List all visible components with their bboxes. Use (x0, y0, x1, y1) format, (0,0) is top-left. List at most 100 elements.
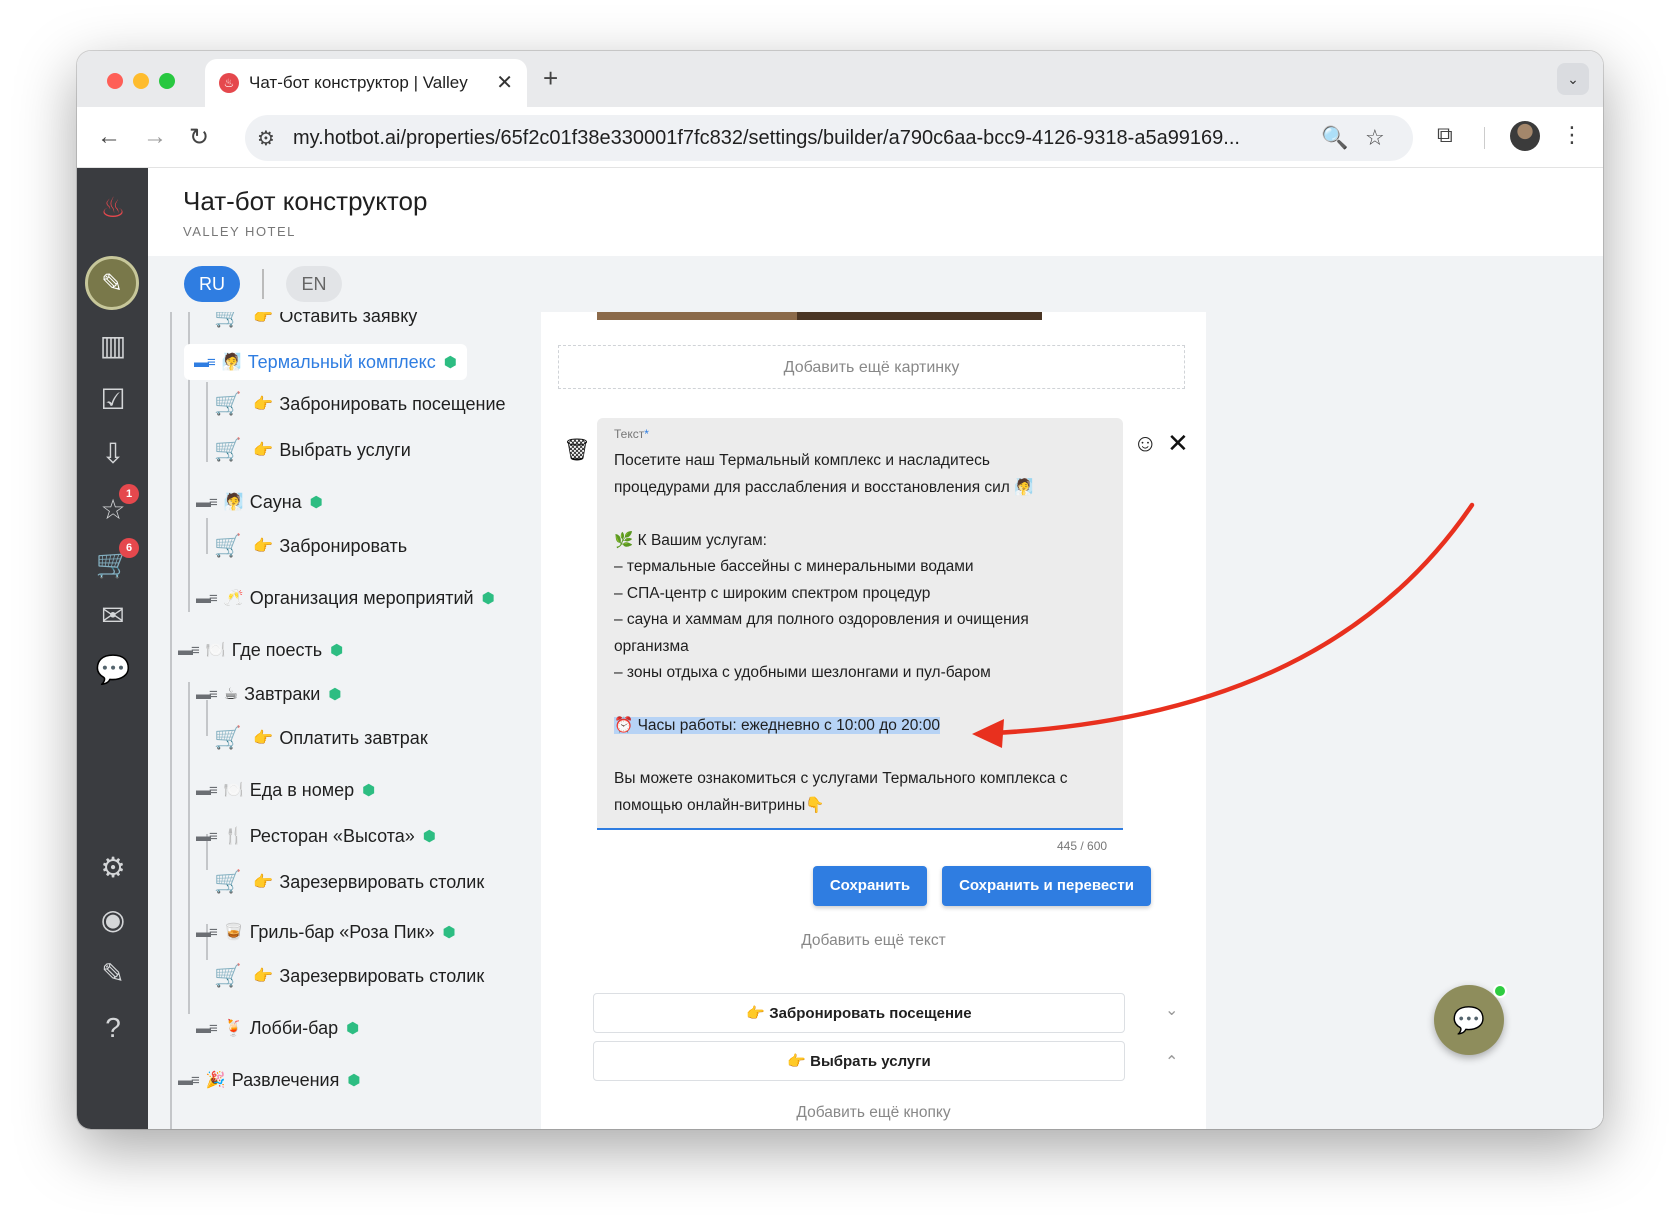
save-and-translate-button[interactable]: Сохранить и перевести (942, 866, 1151, 906)
lang-ru-button[interactable]: RU (184, 266, 240, 302)
message-block-icon: ▬≡ (196, 685, 218, 703)
chat-widget-button[interactable]: 💬 (1434, 985, 1504, 1055)
tree-item[interactable]: ▬≡ 🍽️ Где поесть ⬢ (178, 632, 343, 668)
tab-close-icon[interactable]: ✕ (496, 70, 513, 95)
mail-icon[interactable]: ✉ (95, 598, 131, 634)
tree-connector (188, 682, 190, 1014)
tree-item-emoji: 👉 (253, 538, 274, 555)
tree-item[interactable]: 🛒 👉 Оставить заявку (214, 312, 417, 334)
bot-icon: ⬢ (422, 828, 436, 845)
tree-item[interactable]: ▬≡ 🧖 Сауна ⬢ (196, 484, 323, 520)
text-field-content[interactable]: Посетите наш Термальный комплекс и насла… (614, 448, 1114, 819)
tree-item-label: Зарезервировать столик (279, 965, 485, 986)
zoom-icon[interactable]: 🔍 (1321, 125, 1348, 151)
tree-item[interactable]: 🛒 👉 Выбрать услуги (214, 432, 411, 468)
settings-gear-icon[interactable]: ⚙ (95, 850, 131, 886)
add-button-button[interactable]: Добавить ещё кнопку (541, 1104, 1206, 1122)
tree-item-label: Термальный комплекс (247, 351, 436, 372)
inbox-download-icon[interactable]: ⇩ (95, 436, 131, 472)
tree-item-label: Гриль-бар «Роза Пик» (249, 921, 435, 942)
tree-item[interactable]: ▬≡ 🥂 Организация мероприятий ⬢ (196, 580, 495, 616)
url-text: my.hotbot.ai/properties/65f2c01f38e33000… (293, 127, 1240, 149)
tree-item-emoji: 🧖 (221, 354, 242, 371)
message-block-icon: ▬≡ (196, 1019, 218, 1037)
bot-icon: ⬢ (362, 782, 376, 799)
tree-item[interactable]: ▬≡ 🍴 Ресторан «Высота» ⬢ (196, 818, 436, 854)
cart-icon[interactable]: 🛒 6 (95, 538, 139, 582)
emoji-picker-icon[interactable]: ☺ (1133, 430, 1158, 458)
hotbot-logo-icon[interactable]: ♨ (95, 190, 131, 226)
chat-icon[interactable]: 💬 (95, 652, 131, 688)
chevron-up-icon[interactable]: ⌃ (1165, 1052, 1178, 1072)
analytics-chart-icon[interactable]: ▥ (95, 328, 131, 364)
tree-item-emoji: 👉 (253, 874, 274, 891)
lang-divider (262, 269, 264, 299)
tree-item[interactable]: 🛒 👉 Зарезервировать столик (214, 864, 484, 900)
forward-arrow-icon[interactable]: → (143, 123, 167, 151)
tree-item-emoji: 🍽️ (223, 782, 244, 799)
site-settings-icon[interactable]: ⚙ (257, 126, 275, 151)
text-line: 🌿 К Вашим услугам: (614, 531, 767, 549)
tree-item[interactable]: ▬≡ 🍹 Лобби-бар ⬢ (196, 1010, 359, 1046)
back-arrow-icon[interactable]: ← (97, 123, 121, 151)
account-user-icon[interactable]: ◉ (95, 902, 131, 938)
new-tab-button[interactable]: + (543, 63, 558, 94)
tree-item[interactable]: 🛒 👉 Оплатить завтрак (214, 720, 428, 756)
tree-item[interactable]: 🛒 👉 Зарезервировать столик (214, 958, 484, 994)
minimize-window-button[interactable] (133, 73, 149, 89)
message-block-icon: ▬≡ (196, 589, 218, 607)
tree-item-selected[interactable]: ▬≡ 🧖 Термальный комплекс ⬢ (184, 344, 467, 380)
bookmark-star-icon[interactable]: ☆ (1365, 125, 1385, 151)
text-line: помощью онлайн-витрины👇 (614, 796, 825, 814)
char-counter: 445 / 600 (1057, 839, 1108, 853)
edit-pencil-icon[interactable]: ✎ (95, 956, 131, 992)
profile-avatar[interactable] (1510, 121, 1540, 151)
tree-item[interactable]: 🛒 👉 Забронировать посещение (214, 386, 506, 422)
tree-item[interactable]: ▬≡ 🍽️ Еда в номер ⬢ (196, 772, 375, 808)
save-button[interactable]: Сохранить (813, 866, 927, 906)
tab-search-chevron-icon[interactable]: ⌄ (1557, 63, 1589, 95)
keyboard-button[interactable]: 👉 Выбрать услуги (593, 1041, 1125, 1081)
address-bar[interactable]: ⚙ my.hotbot.ai/properties/65f2c01f38e330… (245, 115, 1413, 161)
close-icon[interactable]: ✕ (1167, 428, 1189, 459)
bot-icon: ⬢ (442, 924, 456, 941)
left-navigation: ♨ ✎ ▥ ☑ ⇩ ☆ 1 🛒 6 ✉ 💬 ⚙ ◉ ✎ ? (77, 168, 148, 1129)
reload-icon[interactable]: ↻ (189, 123, 209, 152)
cart-icon: 🛒 (214, 725, 242, 750)
extensions-icon[interactable]: ⧉ (1437, 122, 1453, 148)
message-block-icon: ▬≡ (196, 923, 218, 941)
tree-item-emoji: 👉 (253, 396, 274, 413)
delete-trash-icon[interactable]: 🗑 (563, 437, 591, 463)
close-window-button[interactable] (107, 73, 123, 89)
tree-item-label: Зарезервировать столик (279, 871, 485, 892)
language-switcher: RU EN (148, 256, 1603, 312)
message-block-icon: ▬≡ (178, 641, 200, 659)
help-question-icon[interactable]: ? (95, 1010, 131, 1046)
browser-tab[interactable]: ♨ Чат-бот конструктор | Valley ✕ (205, 59, 527, 107)
tree-item[interactable]: ▬≡ 🎉 Развлечения ⬢ (178, 1062, 360, 1098)
message-text-field[interactable]: Текст* Посетите наш Термальный комплекс … (597, 418, 1123, 830)
message-editor: Добавить ещё картинку 🗑 Текст* Посетите … (541, 312, 1206, 1129)
tree-item-emoji: 👉 (253, 442, 274, 459)
text-line: организма (614, 637, 689, 655)
bot-icon: ⬢ (330, 642, 344, 659)
text-line: – термальные бассейны с минеральными вод… (614, 558, 974, 575)
add-picture-button[interactable]: Добавить ещё картинку (558, 345, 1185, 389)
tree-item[interactable]: 🛒 👉 Забронировать (214, 528, 407, 564)
tasks-check-icon[interactable]: ☑ (95, 382, 131, 418)
keyboard-button[interactable]: 👉 Забронировать посещение (593, 993, 1125, 1033)
property-avatar-icon[interactable]: ✎ (85, 256, 139, 310)
reviews-star-icon[interactable]: ☆ 1 (95, 484, 139, 528)
cart-icon: 🛒 (214, 437, 242, 462)
online-status-dot (1493, 984, 1507, 998)
maximize-window-button[interactable] (159, 73, 175, 89)
lang-en-button[interactable]: EN (286, 266, 342, 302)
add-text-button[interactable]: Добавить ещё текст (541, 932, 1206, 950)
chevron-down-icon[interactable]: ⌄ (1165, 1000, 1178, 1020)
tree-item[interactable]: ▬≡ 🥃 Гриль-бар «Роза Пик» ⬢ (196, 914, 456, 950)
tree-item[interactable]: ▬≡ ☕ Завтраки ⬢ (196, 676, 341, 712)
tree-item-label: Оплатить завтрак (279, 727, 428, 748)
browser-menu-icon[interactable]: ⋮ (1561, 122, 1583, 148)
tree-item-label: Сауна (249, 491, 302, 512)
tree-item-label: Завтраки (244, 683, 321, 704)
